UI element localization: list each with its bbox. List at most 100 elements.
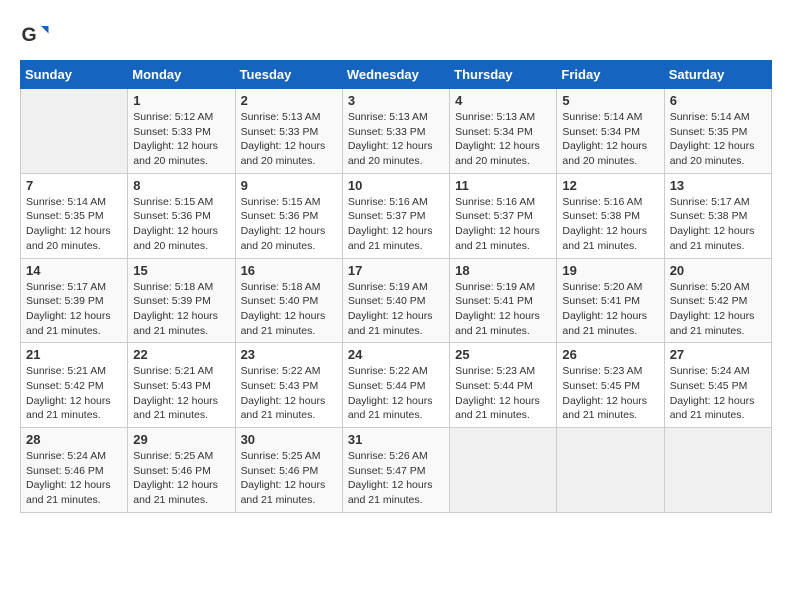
day-number: 30 <box>241 432 337 447</box>
day-number: 12 <box>562 178 658 193</box>
calendar-cell: 14 Sunrise: 5:17 AMSunset: 5:39 PMDayligh… <box>21 258 128 343</box>
calendar-cell: 13 Sunrise: 5:17 AMSunset: 5:38 PMDayligh… <box>664 173 771 258</box>
calendar-table: SundayMondayTuesdayWednesdayThursdayFrid… <box>20 60 772 513</box>
day-number: 11 <box>455 178 551 193</box>
day-number: 21 <box>26 347 122 362</box>
day-info: Sunrise: 5:13 AMSunset: 5:33 PMDaylight:… <box>241 110 337 169</box>
calendar-body: 1 Sunrise: 5:12 AMSunset: 5:33 PMDaylight… <box>21 89 772 513</box>
day-info: Sunrise: 5:19 AMSunset: 5:41 PMDaylight:… <box>455 280 551 339</box>
calendar-cell: 22Sunrise: 5:21 AMSunset: 5:43 PMDayligh… <box>128 343 235 428</box>
weekday-header: Monday <box>128 61 235 89</box>
day-info: Sunrise: 5:26 AMSunset: 5:47 PMDaylight:… <box>348 449 444 508</box>
calendar-cell: 19 Sunrise: 5:20 AMSunset: 5:41 PMDayligh… <box>557 258 664 343</box>
day-info: Sunrise: 5:19 AMSunset: 5:40 PMDaylight:… <box>348 280 444 339</box>
calendar-cell: 2 Sunrise: 5:13 AMSunset: 5:33 PMDaylight… <box>235 89 342 174</box>
calendar-week-row: 21Sunrise: 5:21 AMSunset: 5:42 PMDayligh… <box>21 343 772 428</box>
calendar-cell: 11 Sunrise: 5:16 AMSunset: 5:37 PMDayligh… <box>450 173 557 258</box>
calendar-week-row: 14 Sunrise: 5:17 AMSunset: 5:39 PMDayligh… <box>21 258 772 343</box>
calendar-cell <box>450 428 557 513</box>
calendar-cell <box>664 428 771 513</box>
day-number: 29 <box>133 432 229 447</box>
day-number: 4 <box>455 93 551 108</box>
calendar-cell <box>21 89 128 174</box>
weekday-header-row: SundayMondayTuesdayWednesdayThursdayFrid… <box>21 61 772 89</box>
day-number: 2 <box>241 93 337 108</box>
calendar-week-row: 1 Sunrise: 5:12 AMSunset: 5:33 PMDaylight… <box>21 89 772 174</box>
calendar-cell: 31 Sunrise: 5:26 AMSunset: 5:47 PMDayligh… <box>342 428 449 513</box>
day-number: 25 <box>455 347 551 362</box>
day-info: Sunrise: 5:16 AMSunset: 5:37 PMDaylight:… <box>455 195 551 254</box>
weekday-header: Thursday <box>450 61 557 89</box>
day-number: 10 <box>348 178 444 193</box>
day-number: 22 <box>133 347 229 362</box>
day-number: 13 <box>670 178 766 193</box>
day-number: 17 <box>348 263 444 278</box>
day-info: Sunrise: 5:22 AMSunset: 5:43 PMDaylight:… <box>241 364 337 423</box>
day-number: 28 <box>26 432 122 447</box>
calendar-header: SundayMondayTuesdayWednesdayThursdayFrid… <box>21 61 772 89</box>
day-info: Sunrise: 5:12 AMSunset: 5:33 PMDaylight:… <box>133 110 229 169</box>
calendar-cell: 29 Sunrise: 5:25 AMSunset: 5:46 PMDayligh… <box>128 428 235 513</box>
day-info: Sunrise: 5:16 AMSunset: 5:38 PMDaylight:… <box>562 195 658 254</box>
day-info: Sunrise: 5:14 AMSunset: 5:34 PMDaylight:… <box>562 110 658 169</box>
day-info: Sunrise: 5:14 AMSunset: 5:35 PMDaylight:… <box>26 195 122 254</box>
day-info: Sunrise: 5:24 AMSunset: 5:45 PMDaylight:… <box>670 364 766 423</box>
weekday-header: Saturday <box>664 61 771 89</box>
calendar-cell: 15 Sunrise: 5:18 AMSunset: 5:39 PMDayligh… <box>128 258 235 343</box>
day-info: Sunrise: 5:15 AMSunset: 5:36 PMDaylight:… <box>241 195 337 254</box>
day-info: Sunrise: 5:16 AMSunset: 5:37 PMDaylight:… <box>348 195 444 254</box>
calendar-cell: 17 Sunrise: 5:19 AMSunset: 5:40 PMDayligh… <box>342 258 449 343</box>
day-info: Sunrise: 5:15 AMSunset: 5:36 PMDaylight:… <box>133 195 229 254</box>
page-header: G <box>20 20 772 50</box>
day-number: 3 <box>348 93 444 108</box>
calendar-cell: 1 Sunrise: 5:12 AMSunset: 5:33 PMDaylight… <box>128 89 235 174</box>
day-number: 18 <box>455 263 551 278</box>
day-number: 20 <box>670 263 766 278</box>
calendar-cell: 9Sunrise: 5:15 AMSunset: 5:36 PMDaylight… <box>235 173 342 258</box>
logo: G <box>20 20 54 50</box>
calendar-week-row: 28 Sunrise: 5:24 AMSunset: 5:46 PMDayligh… <box>21 428 772 513</box>
day-info: Sunrise: 5:24 AMSunset: 5:46 PMDaylight:… <box>26 449 122 508</box>
day-info: Sunrise: 5:17 AMSunset: 5:38 PMDaylight:… <box>670 195 766 254</box>
day-number: 26 <box>562 347 658 362</box>
calendar-cell: 28 Sunrise: 5:24 AMSunset: 5:46 PMDayligh… <box>21 428 128 513</box>
day-number: 19 <box>562 263 658 278</box>
calendar-cell: 26Sunrise: 5:23 AMSunset: 5:45 PMDayligh… <box>557 343 664 428</box>
calendar-cell: 6Sunrise: 5:14 AMSunset: 5:35 PMDaylight… <box>664 89 771 174</box>
calendar-cell: 10 Sunrise: 5:16 AMSunset: 5:37 PMDayligh… <box>342 173 449 258</box>
day-info: Sunrise: 5:20 AMSunset: 5:42 PMDaylight:… <box>670 280 766 339</box>
calendar-cell: 24Sunrise: 5:22 AMSunset: 5:44 PMDayligh… <box>342 343 449 428</box>
day-info: Sunrise: 5:13 AMSunset: 5:33 PMDaylight:… <box>348 110 444 169</box>
weekday-header: Sunday <box>21 61 128 89</box>
calendar-cell: 12 Sunrise: 5:16 AMSunset: 5:38 PMDayligh… <box>557 173 664 258</box>
day-number: 24 <box>348 347 444 362</box>
day-info: Sunrise: 5:13 AMSunset: 5:34 PMDaylight:… <box>455 110 551 169</box>
calendar-cell: 4 Sunrise: 5:13 AMSunset: 5:34 PMDaylight… <box>450 89 557 174</box>
day-number: 5 <box>562 93 658 108</box>
calendar-cell: 7Sunrise: 5:14 AMSunset: 5:35 PMDaylight… <box>21 173 128 258</box>
day-info: Sunrise: 5:18 AMSunset: 5:39 PMDaylight:… <box>133 280 229 339</box>
day-info: Sunrise: 5:17 AMSunset: 5:39 PMDaylight:… <box>26 280 122 339</box>
weekday-header: Wednesday <box>342 61 449 89</box>
weekday-header: Tuesday <box>235 61 342 89</box>
calendar-week-row: 7Sunrise: 5:14 AMSunset: 5:35 PMDaylight… <box>21 173 772 258</box>
day-number: 23 <box>241 347 337 362</box>
day-number: 16 <box>241 263 337 278</box>
calendar-cell: 16Sunrise: 5:18 AMSunset: 5:40 PMDayligh… <box>235 258 342 343</box>
day-info: Sunrise: 5:14 AMSunset: 5:35 PMDaylight:… <box>670 110 766 169</box>
calendar-cell: 25Sunrise: 5:23 AMSunset: 5:44 PMDayligh… <box>450 343 557 428</box>
calendar-cell: 27 Sunrise: 5:24 AMSunset: 5:45 PMDayligh… <box>664 343 771 428</box>
day-info: Sunrise: 5:25 AMSunset: 5:46 PMDaylight:… <box>133 449 229 508</box>
svg-text:G: G <box>22 24 37 46</box>
day-info: Sunrise: 5:20 AMSunset: 5:41 PMDaylight:… <box>562 280 658 339</box>
day-info: Sunrise: 5:25 AMSunset: 5:46 PMDaylight:… <box>241 449 337 508</box>
day-number: 27 <box>670 347 766 362</box>
day-number: 14 <box>26 263 122 278</box>
day-number: 1 <box>133 93 229 108</box>
calendar-cell: 8 Sunrise: 5:15 AMSunset: 5:36 PMDaylight… <box>128 173 235 258</box>
day-number: 8 <box>133 178 229 193</box>
calendar-cell: 3 Sunrise: 5:13 AMSunset: 5:33 PMDaylight… <box>342 89 449 174</box>
day-number: 31 <box>348 432 444 447</box>
logo-icon: G <box>20 20 50 50</box>
day-number: 15 <box>133 263 229 278</box>
